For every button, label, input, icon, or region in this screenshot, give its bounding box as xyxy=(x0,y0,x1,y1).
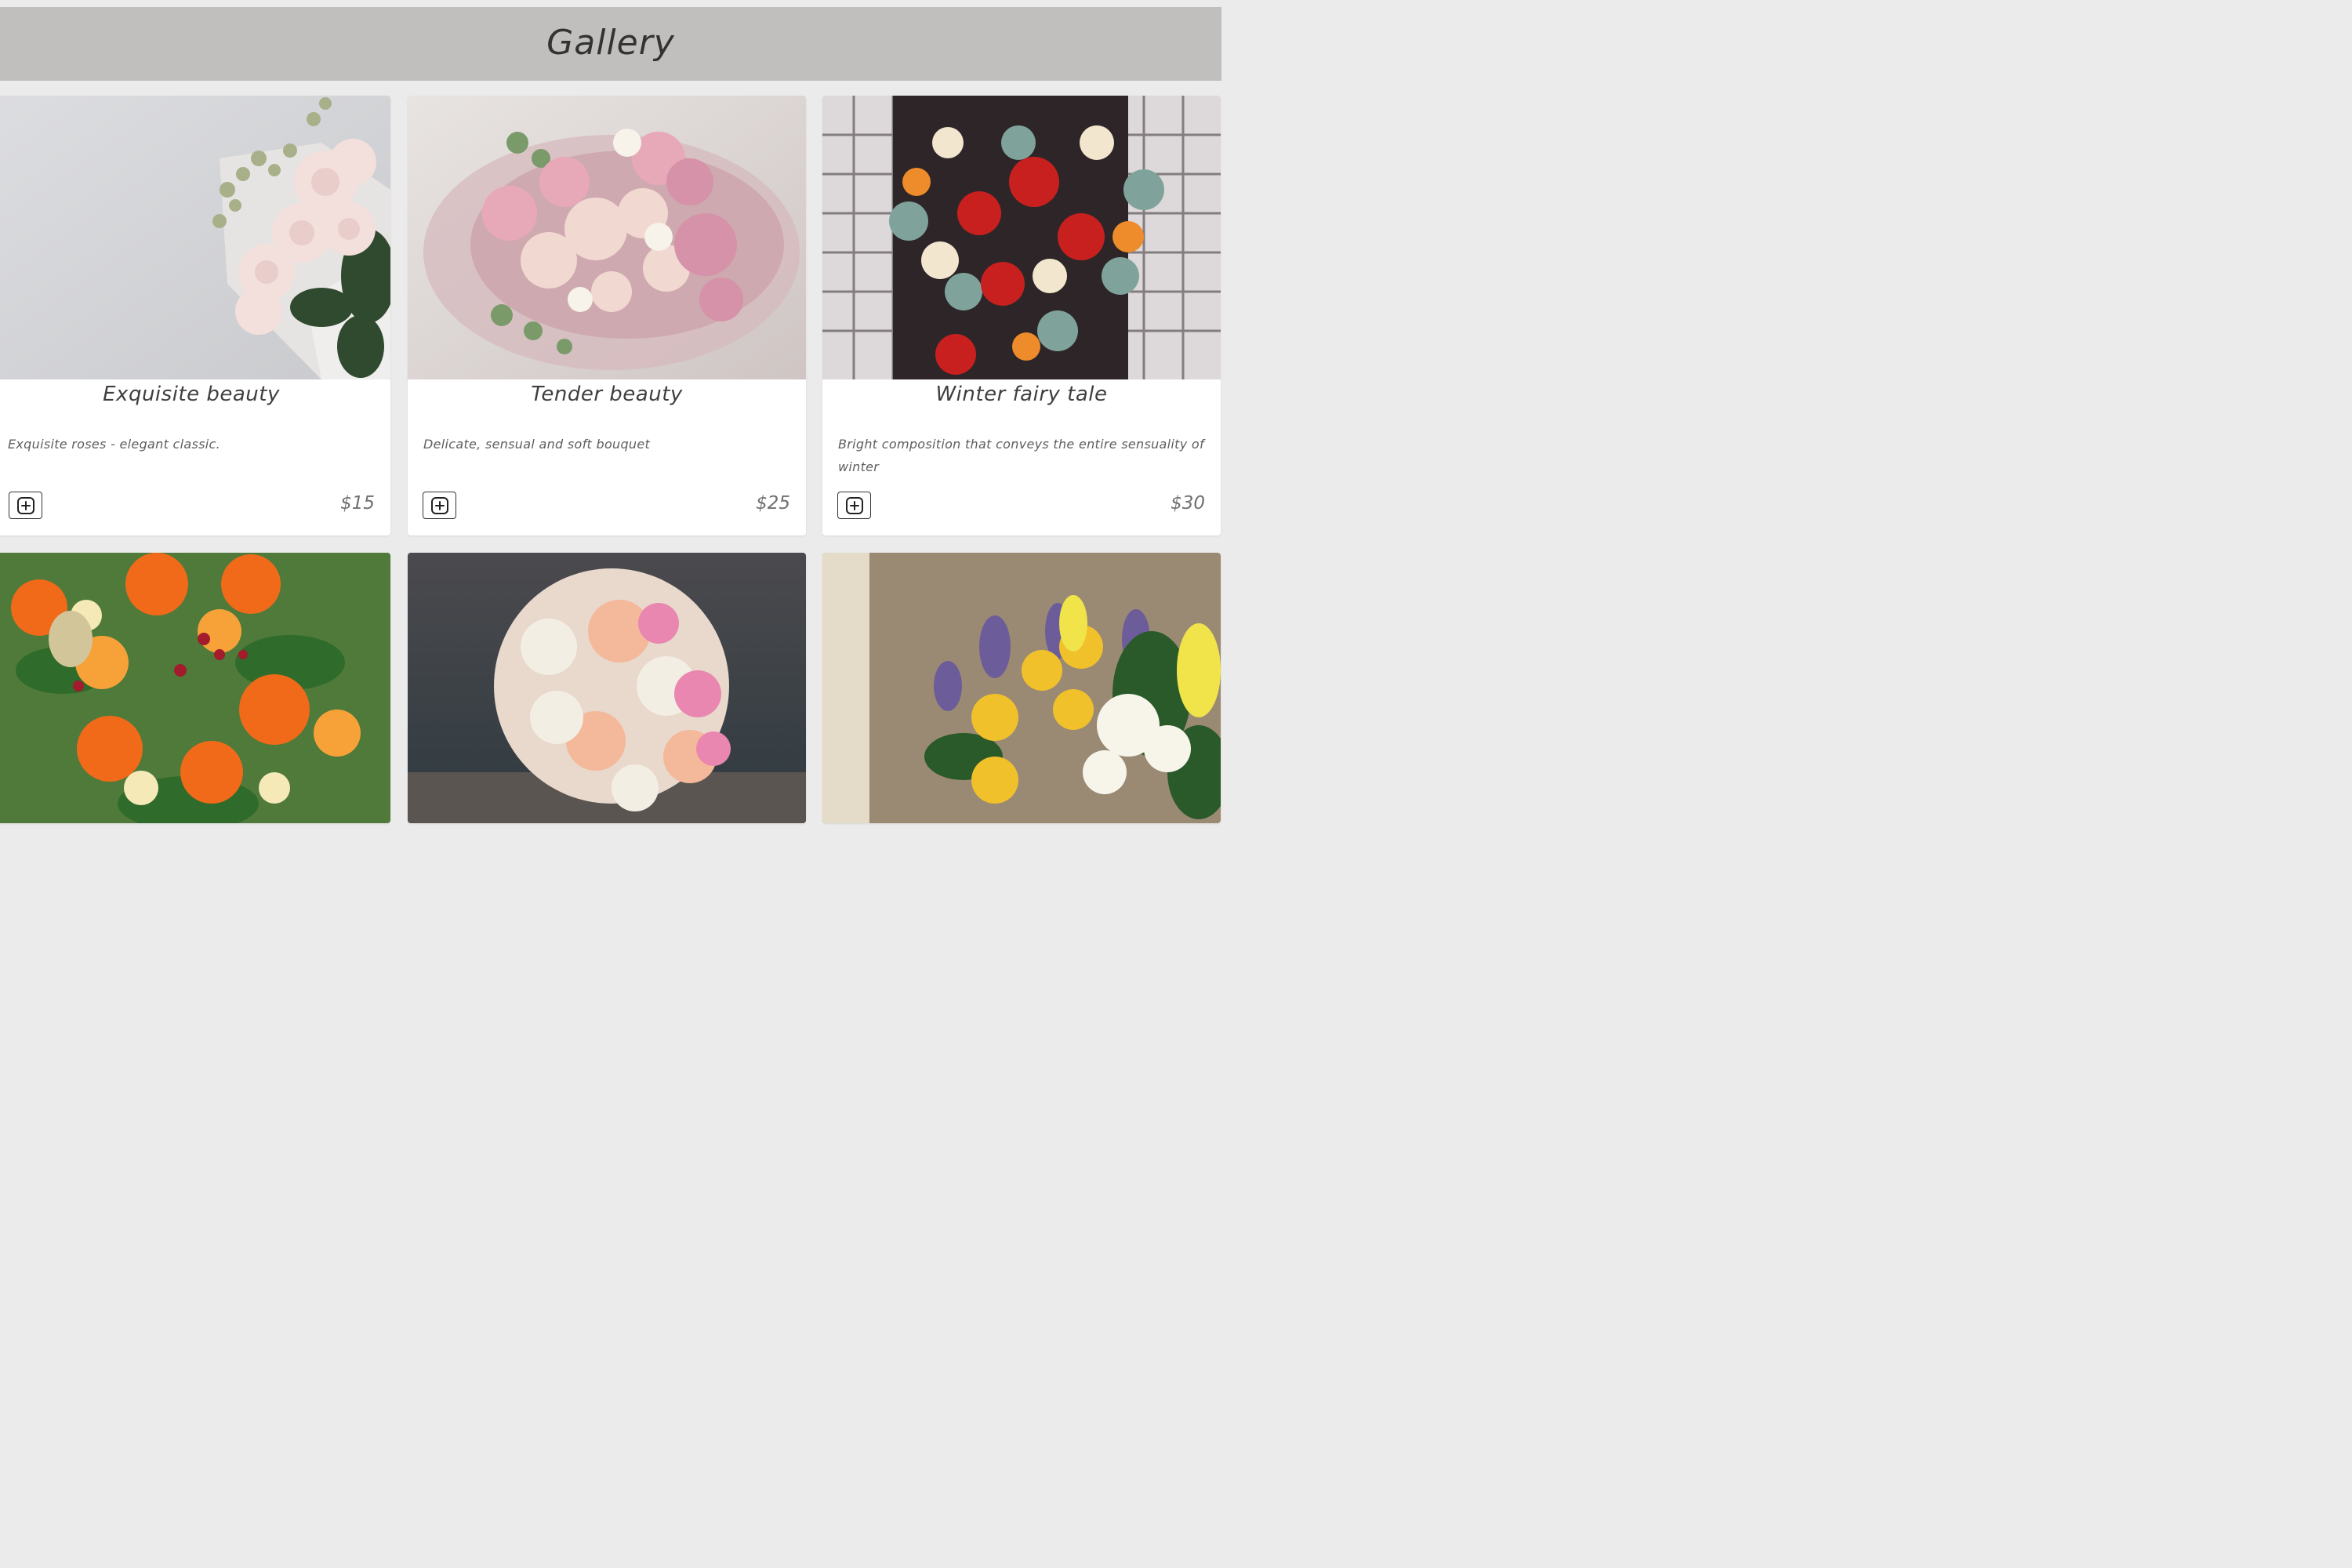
product-card-orange-bouquet xyxy=(0,553,390,823)
product-photo xyxy=(0,96,390,379)
product-card-pastel-bouquet xyxy=(408,553,806,823)
product-photo xyxy=(408,553,806,823)
product-description: Delicate, sensual and soft bouquet xyxy=(423,437,651,452)
add-to-cart-button[interactable] xyxy=(423,492,456,519)
product-card-tender-beauty: Tender beauty Delicate, sensual and soft… xyxy=(408,96,806,535)
product-price: $15 xyxy=(340,493,375,514)
product-description: Exquisite roses - elegant classic. xyxy=(8,437,220,452)
product-photo xyxy=(0,553,390,823)
product-photo xyxy=(822,96,1221,379)
add-to-cart-button[interactable] xyxy=(9,492,42,519)
plus-square-icon xyxy=(430,496,448,514)
product-title: Exquisite beauty xyxy=(103,383,280,406)
product-title: Winter fairy tale xyxy=(935,383,1108,406)
product-price: $30 xyxy=(1171,493,1205,514)
page-title: Gallery xyxy=(546,23,675,63)
product-card-tulip-bouquet xyxy=(822,553,1221,823)
product-card-winter-fairy-tale: Winter fairy tale Bright composition tha… xyxy=(822,96,1221,535)
product-photo xyxy=(408,96,806,379)
product-card-exquisite-beauty: Exquisite beauty Exquisite roses - elega… xyxy=(0,96,390,535)
product-price: $25 xyxy=(756,493,790,514)
product-title: Tender beauty xyxy=(531,383,683,406)
product-description: Bright composition that conveys the enti… xyxy=(838,437,1204,474)
add-to-cart-button[interactable] xyxy=(837,492,871,519)
plus-square-icon xyxy=(16,496,34,514)
plus-square-icon xyxy=(845,496,863,514)
gallery-header: Gallery xyxy=(0,7,1221,81)
product-photo xyxy=(822,553,1221,823)
